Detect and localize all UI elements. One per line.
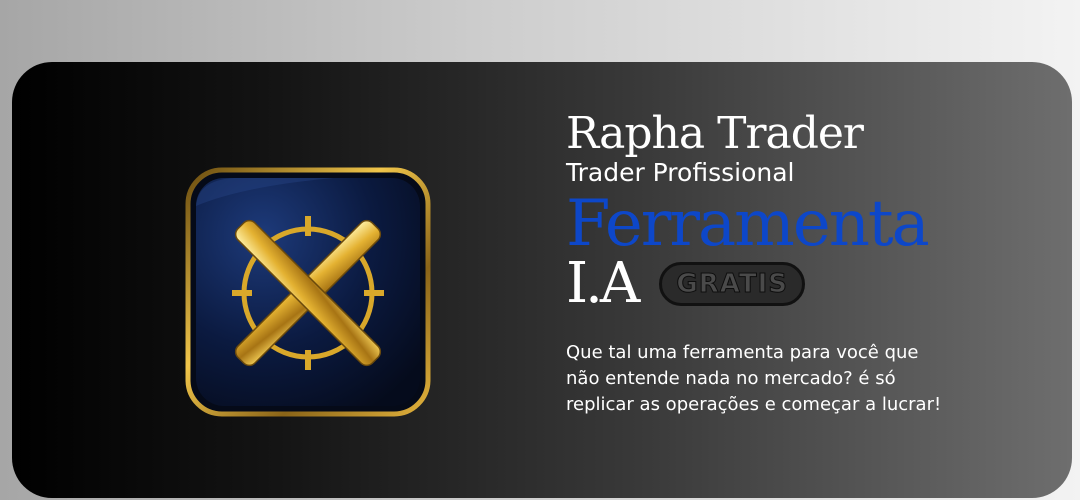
trader-name: Rapha Trader [566, 108, 864, 159]
ia-row: I.A GRATIS [566, 256, 1046, 312]
promo-description: Que tal uma ferramenta para você que não… [566, 342, 942, 415]
crosshair-app-icon [184, 166, 432, 418]
trader-role: Trader Profissional [566, 158, 795, 187]
free-badge: GRATIS [659, 262, 805, 306]
promo-text-block: Rapha Trader Trader Profissional Ferrame… [566, 108, 1046, 418]
promo-banner: Rapha Trader Trader Profissional Ferrame… [12, 62, 1072, 498]
promo-sub-headline: I.A [566, 251, 640, 316]
promo-headline: Ferramenta [566, 187, 930, 261]
